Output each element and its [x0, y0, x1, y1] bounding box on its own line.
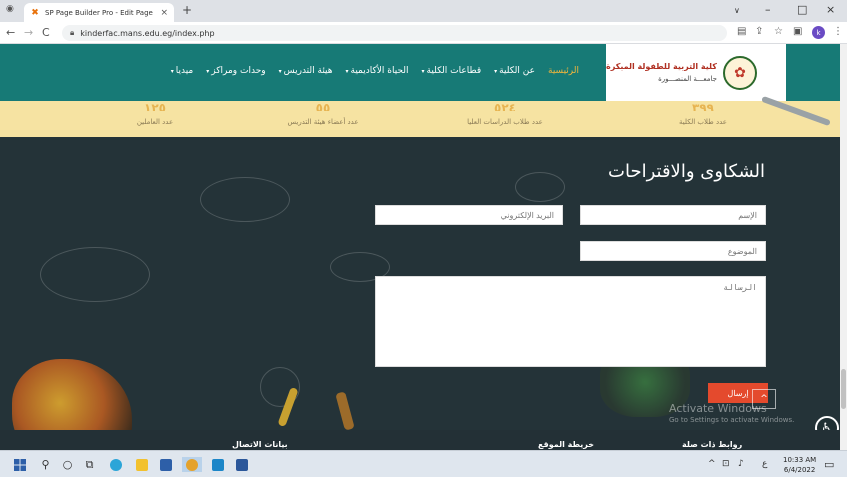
- stat-label: عدد العاملين: [136, 118, 174, 126]
- network-icon[interactable]: ⊡: [722, 459, 730, 469]
- chevron-down-icon: ▾: [345, 68, 349, 75]
- windows-start-icon[interactable]: [12, 457, 27, 472]
- footer-heading-sitemap: خريطة الموقع: [538, 440, 595, 449]
- menu-item-faculty[interactable]: هيئة التدريس▾: [279, 66, 333, 76]
- painted-hand-image: [12, 359, 132, 430]
- email-field[interactable]: [375, 205, 563, 225]
- main-menu: الرئيسية عن الكلية▾ قطاعات الكلية▾ الحيا…: [171, 66, 579, 76]
- menu-item-about[interactable]: عن الكلية▾: [494, 66, 535, 76]
- site-header: ✿ كلية التربية للطفولة المبكرة جامعـــة …: [0, 44, 847, 101]
- chrome-icon[interactable]: [182, 457, 202, 472]
- name-field[interactable]: [580, 205, 766, 225]
- window-close-button[interactable]: ×: [826, 3, 835, 16]
- tray-chevron-icon[interactable]: ^: [708, 459, 716, 469]
- stat-number: ١٢٥: [144, 101, 166, 111]
- tab-title: SP Page Builder Pro - Edit Page -: [45, 8, 156, 17]
- college-logo-icon: ✿: [722, 55, 757, 90]
- minimize-button[interactable]: –: [765, 3, 771, 16]
- clock[interactable]: 10:33 AM 6/4/2022: [783, 455, 816, 475]
- cloud-doodle: [40, 247, 150, 302]
- accessibility-icon[interactable]: ♿︎: [815, 416, 839, 430]
- footer: روابط ذات صلة خريطة الموقع بيانات الاتصا…: [0, 430, 847, 450]
- page-title: الشكاوى والاقتراحات: [608, 161, 765, 182]
- menu-item-media[interactable]: ميديا▾: [171, 66, 194, 76]
- stat-number: ٣٩٩: [692, 101, 714, 111]
- store-icon[interactable]: [158, 457, 173, 472]
- stat-employees: ١٢٥ عدد العاملين: [80, 101, 230, 137]
- complaints-section: الشكاوى والاقتراحات إرسال ^ Activate Win…: [0, 137, 847, 430]
- reload-button[interactable]: C: [42, 26, 50, 39]
- stat-label: عدد طلاب الكلية: [679, 118, 727, 126]
- forward-button[interactable]: →: [24, 26, 33, 39]
- chevron-down-icon: ▾: [494, 68, 498, 75]
- stat-postgrad: ٥٢٤ عدد طلاب الدراسات العليا: [420, 101, 590, 137]
- side-panel-icon[interactable]: ▣: [793, 26, 802, 37]
- menu-item-sectors[interactable]: قطاعات الكلية▾: [422, 66, 482, 76]
- cortana-icon[interactable]: ○: [60, 457, 75, 472]
- chevron-down-icon: ▾: [170, 68, 174, 75]
- profile-avatar[interactable]: k: [812, 26, 825, 39]
- stat-number: ٥٢٤: [494, 101, 516, 111]
- address-bar[interactable]: 🔒︎ kinderfac.mans.edu.eg/index.php: [62, 25, 727, 41]
- task-view-icon[interactable]: ⧉: [82, 457, 97, 472]
- subject-field[interactable]: [580, 241, 766, 261]
- menu-item-home[interactable]: الرئيسية: [548, 66, 579, 76]
- scrollbar-thumb[interactable]: [841, 369, 846, 409]
- site-brand[interactable]: ✿ كلية التربية للطفولة المبكرة جامعـــة …: [606, 44, 786, 101]
- stat-label: عدد أعضاء هيئة التدريس: [287, 118, 359, 126]
- chevron-down-icon: ▾: [278, 68, 282, 75]
- lock-icon[interactable]: 🔒︎: [70, 28, 74, 38]
- tab-close-icon[interactable]: ×: [160, 8, 168, 18]
- activate-subtitle: Go to Settings to activate Windows.: [669, 416, 795, 424]
- address-bar-row: ← → C 🔒︎ kinderfac.mans.edu.eg/index.php…: [0, 22, 847, 44]
- volume-icon[interactable]: ♪: [738, 459, 744, 469]
- page-scrollbar[interactable]: [840, 44, 847, 450]
- stat-students: ٣٩٩ عدد طلاب الكلية: [628, 101, 778, 137]
- rocket-doodle: [515, 172, 565, 202]
- file-explorer-icon[interactable]: [134, 457, 149, 472]
- word-icon[interactable]: [234, 457, 249, 472]
- sp-page-builder-icon: ✖: [31, 7, 39, 18]
- translate-icon[interactable]: ▤: [737, 26, 746, 37]
- footer-heading-links: روابط ذات صلة: [682, 440, 743, 449]
- brand-name: كلية التربية للطفولة المبكرة: [606, 62, 717, 71]
- bookmark-star-icon[interactable]: ☆: [774, 26, 783, 37]
- brand-university: جامعـــة المنصـــورة: [658, 75, 717, 83]
- menu-item-academic-life[interactable]: الحياة الأكاديمية▾: [346, 66, 409, 76]
- browser-tab[interactable]: ✖ SP Page Builder Pro - Edit Page - ×: [24, 3, 174, 22]
- chrome-menu-icon[interactable]: ◉: [6, 4, 14, 14]
- windows-taskbar: ⚲ ○ ⧉ ^ ⊡ ♪ ع 10:33 AM 6/4/2022 ▭: [0, 450, 847, 477]
- paint-stroke: [335, 391, 355, 430]
- stat-number: ٥٥: [315, 101, 331, 111]
- mail-icon[interactable]: [210, 457, 225, 472]
- tab-search-icon[interactable]: ∨: [734, 6, 740, 15]
- stat-faculty: ٥٥ عدد أعضاء هيئة التدريس: [238, 101, 408, 137]
- menu-item-units-centers[interactable]: وحدات ومراكز▾: [206, 66, 265, 76]
- stats-bar: ٣٩٩ عدد طلاب الكلية ٥٢٤ عدد طلاب الدراسا…: [0, 101, 847, 137]
- clock-time: 10:33 AM: [783, 456, 817, 464]
- activate-windows-watermark: Activate Windows Go to Settings to activ…: [669, 402, 794, 424]
- cloud-doodle: [200, 177, 290, 222]
- language-indicator[interactable]: ع: [762, 459, 767, 469]
- chevron-down-icon: ▾: [421, 68, 425, 75]
- browser-tab-strip: ◉ ✖ SP Page Builder Pro - Edit Page - × …: [0, 0, 847, 22]
- browser-menu-icon[interactable]: ⋮: [833, 26, 843, 37]
- share-icon[interactable]: ⇪: [755, 26, 763, 37]
- maximize-button[interactable]: □: [797, 3, 807, 16]
- url-text: kinderfac.mans.edu.eg/index.php: [80, 28, 215, 38]
- back-button[interactable]: ←: [6, 26, 15, 39]
- chevron-down-icon: ▾: [206, 68, 210, 75]
- edge-icon[interactable]: [108, 457, 123, 472]
- search-icon[interactable]: ⚲: [38, 457, 53, 472]
- notifications-icon[interactable]: ▭: [824, 458, 834, 471]
- activate-title: Activate Windows: [669, 402, 767, 415]
- stat-label: عدد طلاب الدراسات العليا: [467, 118, 543, 126]
- footer-heading-contact: بيانات الاتصال: [232, 440, 288, 449]
- message-field[interactable]: [375, 276, 766, 367]
- new-tab-button[interactable]: +: [182, 3, 192, 17]
- clock-date: 6/4/2022: [783, 466, 816, 474]
